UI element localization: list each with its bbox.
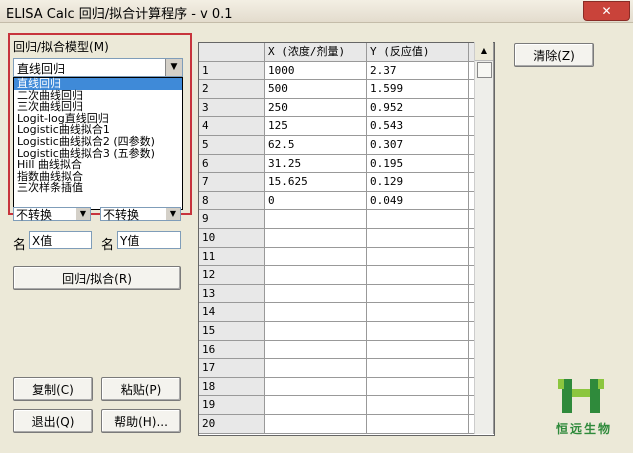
y-cell[interactable]	[367, 359, 469, 378]
y-cell[interactable]	[367, 266, 469, 285]
x-cell[interactable]: 1000	[265, 61, 367, 81]
row-header[interactable]: 16	[199, 340, 265, 360]
row-header[interactable]: 12	[199, 266, 265, 285]
column-header[interactable]: Y (反应值)	[367, 43, 469, 62]
close-button[interactable]: ✕	[583, 1, 630, 21]
row-header[interactable]: 19	[199, 396, 265, 415]
model-option[interactable]: 三次样条插值	[14, 182, 182, 194]
grid-scrollbar[interactable]: ▲	[474, 42, 493, 434]
x-cell[interactable]: 62.5	[265, 136, 367, 155]
y-cell[interactable]: 0.049	[367, 191, 469, 211]
y-transform-select[interactable]: 不转换 ▼	[100, 207, 181, 222]
x-name-input[interactable]: X值	[29, 231, 92, 249]
x-cell[interactable]	[265, 229, 367, 248]
row-header[interactable]: 17	[199, 359, 265, 378]
x-cell[interactable]	[265, 359, 367, 378]
x-transform-value: 不转换	[16, 208, 53, 222]
x-cell[interactable]	[265, 266, 367, 285]
row-header[interactable]: 6	[199, 154, 265, 174]
x-cell[interactable]: 15.625	[265, 173, 367, 192]
clear-button[interactable]: 清除(Z)	[514, 43, 594, 67]
model-option[interactable]: Hill 曲线拟合	[14, 159, 182, 171]
model-option[interactable]: Logistic曲线拟合2 (四参数)	[14, 136, 182, 148]
chevron-down-icon[interactable]: ▼	[76, 208, 90, 220]
fit-button[interactable]: 回归/拟合(R)	[13, 266, 181, 290]
y-name-label: 名	[101, 238, 115, 253]
x-cell[interactable]: 31.25	[265, 154, 367, 174]
help-button[interactable]: 帮助(H)...	[101, 409, 181, 433]
y-cell[interactable]	[367, 322, 469, 341]
y-cell[interactable]: 0.195	[367, 154, 469, 174]
y-cell[interactable]	[367, 415, 469, 434]
y-cell[interactable]	[367, 340, 469, 360]
x-cell[interactable]: 125	[265, 117, 367, 136]
y-name-input[interactable]: Y值	[117, 231, 181, 249]
scroll-up-icon[interactable]: ▲	[475, 42, 493, 61]
exit-button[interactable]: 退出(Q)	[13, 409, 93, 433]
y-cell[interactable]	[367, 229, 469, 248]
scroll-thumb[interactable]	[477, 62, 492, 78]
row-header[interactable]: 10	[199, 229, 265, 248]
company-logo-icon	[558, 379, 604, 413]
x-cell[interactable]	[265, 247, 367, 267]
row-header[interactable]: 5	[199, 136, 265, 155]
row-header[interactable]: 2	[199, 80, 265, 99]
y-cell[interactable]: 0.952	[367, 98, 469, 118]
row-header[interactable]: 1	[199, 61, 265, 81]
x-name-label: 名	[13, 238, 27, 253]
watermark-text: 恒远生物	[556, 422, 613, 436]
row-header[interactable]: 4	[199, 117, 265, 136]
data-grid[interactable]: X (浓度/剂量) Y (反应值) 1 1000 2.37 2 500 1.599 3 250 0.…	[198, 42, 495, 436]
model-combobox[interactable]: 直线回归 ▼	[13, 58, 183, 77]
y-cell[interactable]	[367, 284, 469, 304]
y-cell[interactable]	[367, 303, 469, 322]
x-cell[interactable]: 500	[265, 80, 367, 99]
y-cell[interactable]	[367, 210, 469, 229]
x-cell[interactable]	[265, 284, 367, 304]
y-cell[interactable]	[367, 247, 469, 267]
row-header[interactable]: 7	[199, 173, 265, 192]
x-transform-select[interactable]: 不转换 ▼	[13, 207, 91, 222]
title-bar: ELISA Calc 回归/拟合计算程序 - v 0.1 ✕	[0, 0, 633, 23]
y-cell[interactable]: 0.129	[367, 173, 469, 192]
model-selected-value: 直线回归	[17, 62, 66, 76]
row-header[interactable]: 3	[199, 98, 265, 118]
model-label: 回归/拟合模型(M)	[13, 40, 109, 54]
row-header[interactable]: 8	[199, 191, 265, 211]
row-header[interactable]: 9	[199, 210, 265, 229]
x-cell[interactable]	[265, 377, 367, 397]
row-header[interactable]: 15	[199, 322, 265, 341]
row-header[interactable]: 18	[199, 377, 265, 397]
y-cell[interactable]	[367, 396, 469, 415]
x-cell[interactable]	[265, 340, 367, 360]
row-header[interactable]: 14	[199, 303, 265, 322]
y-cell[interactable]	[367, 377, 469, 397]
x-cell[interactable]	[265, 415, 367, 434]
model-option[interactable]: 直线回归	[14, 78, 182, 90]
y-cell[interactable]: 2.37	[367, 61, 469, 81]
y-cell[interactable]: 0.307	[367, 136, 469, 155]
grid-corner[interactable]	[199, 43, 265, 62]
x-cell[interactable]	[265, 210, 367, 229]
x-cell[interactable]: 250	[265, 98, 367, 118]
row-header[interactable]: 11	[199, 247, 265, 267]
y-cell[interactable]: 0.543	[367, 117, 469, 136]
chevron-down-icon[interactable]: ▼	[166, 208, 180, 220]
row-header[interactable]: 20	[199, 415, 265, 434]
x-cell[interactable]	[265, 396, 367, 415]
copy-button[interactable]: 复制(C)	[13, 377, 93, 401]
y-cell[interactable]: 1.599	[367, 80, 469, 99]
x-cell[interactable]: 0	[265, 191, 367, 211]
model-dropdown-list[interactable]: 直线回归 二次曲线回归 三次曲线回归 Logit-log直线回归 Logistic曲线拟…	[13, 77, 183, 210]
window-title: ELISA Calc 回归/拟合计算程序 - v 0.1	[6, 7, 233, 22]
x-cell[interactable]	[265, 303, 367, 322]
close-icon: ✕	[601, 4, 612, 18]
y-transform-value: 不转换	[103, 208, 140, 222]
row-header[interactable]: 13	[199, 284, 265, 304]
column-header[interactable]: X (浓度/剂量)	[265, 43, 367, 62]
paste-button[interactable]: 粘贴(P)	[101, 377, 181, 401]
chevron-down-icon[interactable]: ▼	[165, 59, 182, 76]
x-cell[interactable]	[265, 322, 367, 341]
